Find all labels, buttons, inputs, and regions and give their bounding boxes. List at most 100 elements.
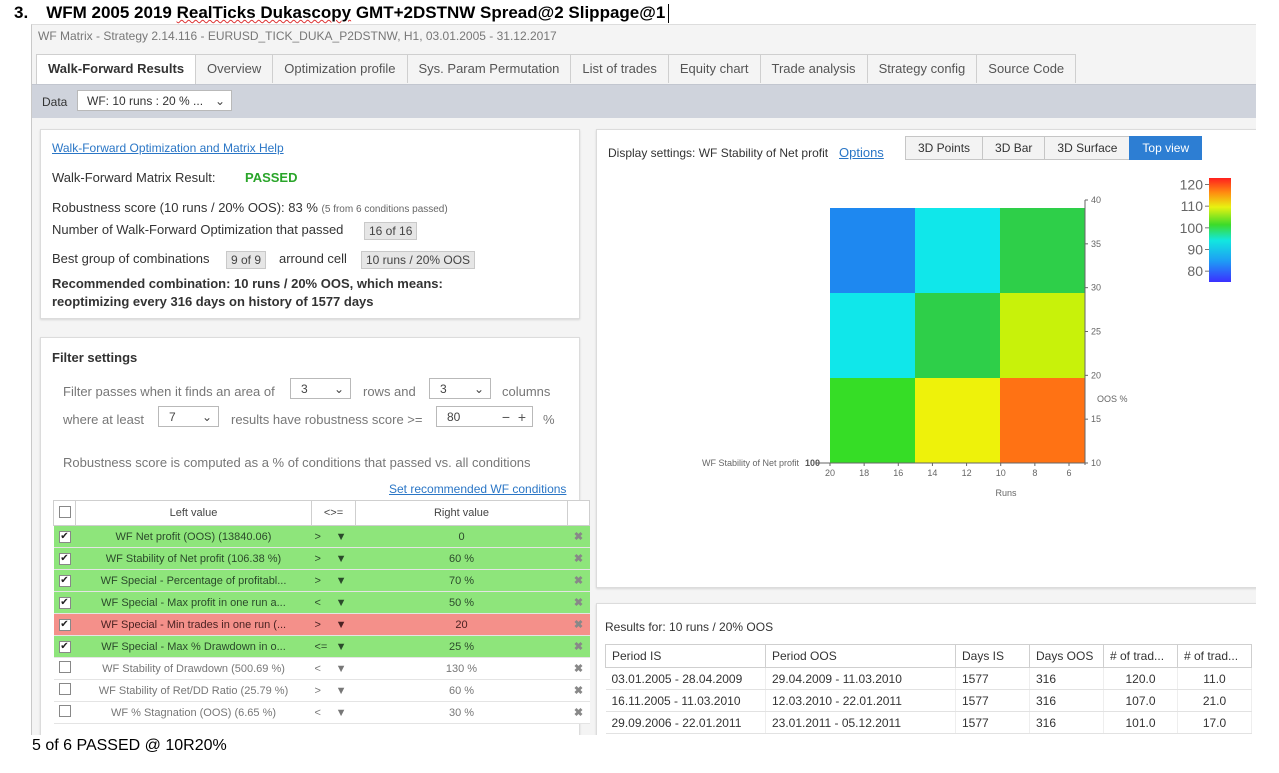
condition-check-cell[interactable]: ✔ bbox=[53, 613, 76, 636]
tab-list-of-trades[interactable]: List of trades bbox=[570, 54, 669, 83]
tab-equity-chart[interactable]: Equity chart bbox=[667, 54, 761, 83]
results-row[interactable]: 29.09.2006 - 22.01.2011 23.01.2011 - 05.1… bbox=[605, 711, 1252, 734]
condition-check-cell[interactable]: ✔ bbox=[53, 547, 76, 570]
condition-row[interactable]: WF Stability of Drawdown (500.69 %) < ▼ 130… bbox=[53, 657, 590, 680]
results-row[interactable]: 16.11.2005 - 11.03.2010 12.03.2010 - 22.0… bbox=[605, 689, 1252, 712]
condition-checkbox[interactable]: ✔ bbox=[58, 619, 71, 631]
tab-strategy-config[interactable]: Strategy config bbox=[866, 54, 978, 83]
condition-left-value[interactable]: WF Stability of Net profit (106.38 %) bbox=[75, 547, 312, 570]
condition-right-value[interactable]: 30 % bbox=[355, 701, 568, 724]
condition-right-value[interactable]: 25 % bbox=[355, 635, 568, 658]
results-column-header[interactable]: Days IS bbox=[955, 644, 1030, 668]
condition-right-value[interactable]: 60 % bbox=[355, 679, 568, 702]
results-column-header[interactable]: Period OOS bbox=[765, 644, 956, 668]
condition-checkbox[interactable]: ✔ bbox=[58, 575, 71, 587]
atleast-select[interactable]: 7 ⌄ bbox=[158, 406, 219, 427]
condition-check-cell[interactable]: ✔ bbox=[53, 569, 76, 592]
rows-select[interactable]: 3 ⌄ bbox=[290, 378, 351, 399]
condition-row[interactable]: ✔ WF Special - Max profit in one run a...… bbox=[53, 591, 590, 614]
condition-left-value[interactable]: WF Special - Max % Drawdown in o... bbox=[75, 635, 312, 658]
remove-condition-icon[interactable]: ✖ bbox=[567, 547, 590, 570]
condition-left-value[interactable]: WF Stability of Drawdown (500.69 %) bbox=[75, 657, 312, 680]
tab-overview[interactable]: Overview bbox=[195, 54, 274, 83]
remove-condition-icon[interactable]: ✖ bbox=[567, 591, 590, 614]
condition-check-cell[interactable]: ✔ bbox=[53, 525, 76, 548]
condition-left-value[interactable]: WF Net profit (OOS) (13840.06) bbox=[75, 525, 312, 548]
condition-left-value[interactable]: WF Special - Percentage of profitabl... bbox=[75, 569, 312, 592]
condition-operator[interactable]: > ▼ bbox=[311, 525, 356, 548]
tab-sys-param-permutation[interactable]: Sys. Param Permutation bbox=[406, 54, 572, 83]
help-link[interactable]: Walk-Forward Optimization and Matrix Hel… bbox=[52, 141, 284, 155]
condition-checkbox[interactable] bbox=[58, 683, 71, 695]
condition-checkbox[interactable]: ✔ bbox=[58, 641, 71, 653]
condition-row[interactable]: ✔ WF Special - Min trades in one run (...… bbox=[53, 613, 590, 636]
condition-row[interactable]: ✔ WF Special - Percentage of profitabl...… bbox=[53, 569, 590, 592]
robustness-text: Robustness score (10 runs / 20% OOS): 83… bbox=[52, 200, 318, 215]
condition-right-value[interactable]: 60 % bbox=[355, 547, 568, 570]
set-recommended-link[interactable]: Set recommended WF conditions bbox=[389, 482, 566, 496]
plus-icon[interactable]: + bbox=[518, 407, 526, 428]
condition-check-cell[interactable]: ✔ bbox=[53, 635, 76, 658]
condition-left-value[interactable]: WF Special - Min trades in one run (... bbox=[75, 613, 312, 636]
condition-right-value[interactable]: 50 % bbox=[355, 591, 568, 614]
condition-left-value[interactable]: WF Stability of Ret/DD Ratio (25.79 %) bbox=[75, 679, 312, 702]
remove-condition-icon[interactable]: ✖ bbox=[567, 635, 590, 658]
score-stepper[interactable]: 80 − + bbox=[436, 406, 533, 427]
columns-select[interactable]: 3 ⌄ bbox=[429, 378, 491, 399]
condition-right-value[interactable]: 130 % bbox=[355, 657, 568, 680]
results-column-header[interactable]: # of trad... bbox=[1103, 644, 1178, 668]
remove-condition-icon[interactable]: ✖ bbox=[567, 525, 590, 548]
condition-check-cell[interactable]: ✔ bbox=[53, 591, 76, 614]
condition-checkbox[interactable]: ✔ bbox=[58, 553, 71, 565]
condition-row[interactable]: ✔ WF Net profit (OOS) (13840.06) > ▼ 0 ✖ bbox=[53, 525, 590, 548]
condition-operator[interactable]: > ▼ bbox=[311, 547, 356, 570]
results-column-header[interactable]: # of trad... bbox=[1177, 644, 1252, 668]
condition-checkbox[interactable]: ✔ bbox=[58, 531, 71, 543]
minus-icon[interactable]: − bbox=[502, 407, 510, 428]
select-all-cell[interactable] bbox=[53, 500, 76, 526]
results-column-header[interactable]: Days OOS bbox=[1029, 644, 1104, 668]
tab-walk-forward-results[interactable]: Walk-Forward Results bbox=[36, 54, 197, 85]
heatmap-cell bbox=[915, 208, 1000, 293]
data-select[interactable]: WF: 10 runs : 20 % ... ⌄ bbox=[77, 90, 232, 111]
condition-checkbox[interactable] bbox=[58, 705, 71, 717]
condition-left-value[interactable]: WF % Stagnation (OOS) (6.65 %) bbox=[75, 701, 312, 724]
results-column-header[interactable]: Period IS bbox=[605, 644, 766, 668]
condition-checkbox[interactable]: ✔ bbox=[58, 597, 71, 609]
condition-check-cell[interactable] bbox=[53, 657, 76, 680]
remove-condition-icon[interactable]: ✖ bbox=[567, 569, 590, 592]
condition-operator[interactable]: <= ▼ bbox=[311, 635, 356, 658]
colorbar-tick-label: 120 bbox=[1180, 177, 1204, 193]
remove-condition-icon[interactable]: ✖ bbox=[567, 679, 590, 702]
remove-condition-icon[interactable]: ✖ bbox=[567, 657, 590, 680]
condition-check-cell[interactable] bbox=[53, 701, 76, 724]
condition-operator[interactable]: < ▼ bbox=[311, 657, 356, 680]
remove-condition-icon[interactable]: ✖ bbox=[567, 613, 590, 636]
passed-label: Number of Walk-Forward Optimization that… bbox=[52, 222, 344, 237]
remove-condition-icon[interactable]: ✖ bbox=[567, 701, 590, 724]
tab-optimization-profile[interactable]: Optimization profile bbox=[272, 54, 408, 83]
condition-operator[interactable]: > ▼ bbox=[311, 613, 356, 636]
condition-left-value[interactable]: WF Special - Max profit in one run a... bbox=[75, 591, 312, 614]
tab-source-code[interactable]: Source Code bbox=[976, 54, 1077, 83]
condition-operator[interactable]: < ▼ bbox=[311, 701, 356, 724]
condition-operator[interactable]: < ▼ bbox=[311, 591, 356, 614]
condition-row[interactable]: WF % Stagnation (OOS) (6.65 %) < ▼ 30 % ✖ bbox=[53, 701, 590, 724]
condition-check-cell[interactable] bbox=[53, 679, 76, 702]
condition-operator[interactable]: > ▼ bbox=[311, 569, 356, 592]
select-all-checkbox[interactable] bbox=[58, 505, 71, 518]
condition-right-value[interactable]: 20 bbox=[355, 613, 568, 636]
condition-right-value[interactable]: 70 % bbox=[355, 569, 568, 592]
tab-trade-analysis[interactable]: Trade analysis bbox=[759, 54, 868, 83]
condition-right-value[interactable]: 0 bbox=[355, 525, 568, 548]
condition-row[interactable]: ✔ WF Special - Max % Drawdown in o... <= ▼ 2… bbox=[53, 635, 590, 658]
results-row[interactable]: 03.01.2005 - 28.04.2009 29.04.2009 - 11.0… bbox=[605, 667, 1252, 690]
filter-text-atleast: where at least bbox=[63, 412, 144, 427]
condition-row[interactable]: ✔ WF Stability of Net profit (106.38 %) > ▼… bbox=[53, 547, 590, 570]
matrix-result-label: Walk-Forward Matrix Result: bbox=[52, 170, 216, 185]
condition-row[interactable]: WF Stability of Ret/DD Ratio (25.79 %) > ▼… bbox=[53, 679, 590, 702]
caret-down-icon: ▼ bbox=[335, 596, 347, 609]
condition-operator[interactable]: > ▼ bbox=[311, 679, 356, 702]
results-cell: 12.03.2010 - 22.01.2011 bbox=[765, 689, 956, 712]
condition-checkbox[interactable] bbox=[58, 661, 71, 673]
